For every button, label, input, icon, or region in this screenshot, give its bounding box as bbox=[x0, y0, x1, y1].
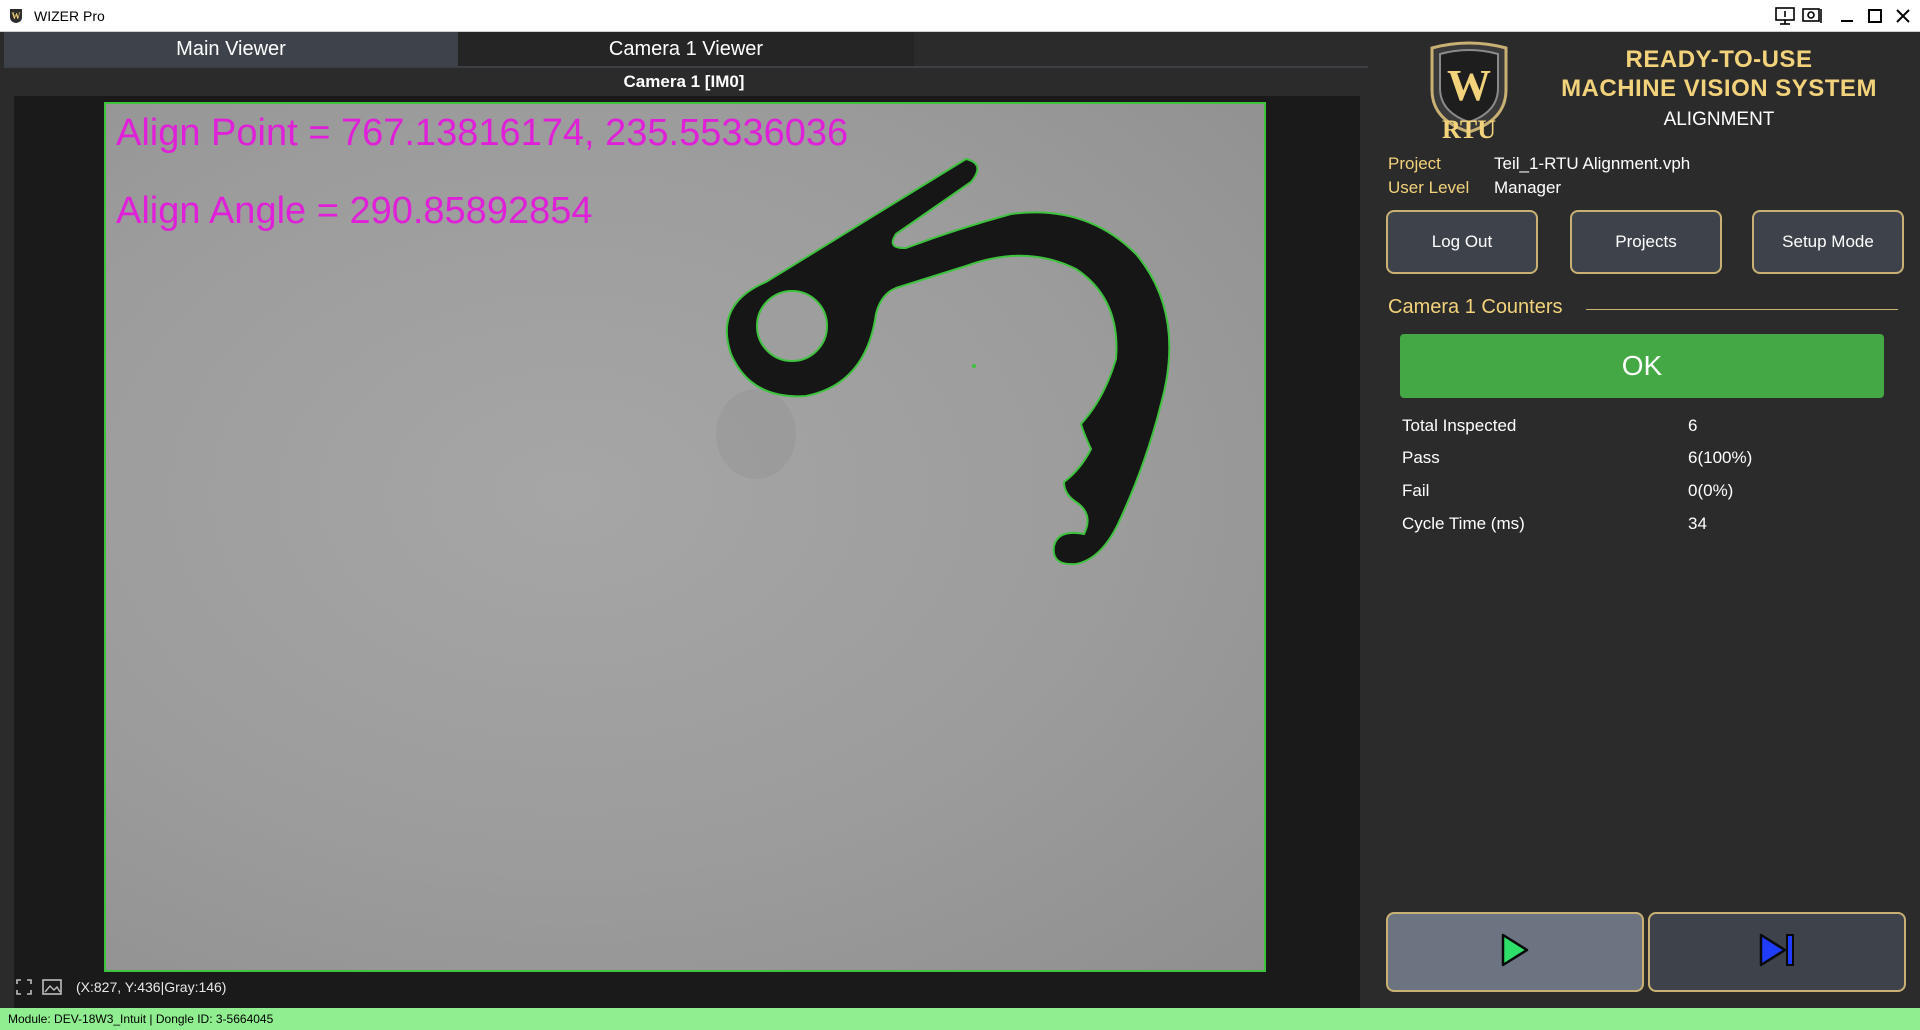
user-level-label: User Level bbox=[1388, 178, 1470, 197]
brand-line-2: MACHINE VISION SYSTEM bbox=[1561, 75, 1877, 102]
align-point-text: Align Point = 767.13816174, 235.55336036 bbox=[116, 112, 849, 154]
minimize-icon[interactable] bbox=[1834, 4, 1860, 28]
window-title: WIZER Pro bbox=[34, 8, 105, 24]
pixel-coordinates: (X:827, Y:436|Gray:146) bbox=[76, 979, 227, 995]
tab-main-viewer[interactable]: Main Viewer bbox=[4, 32, 458, 66]
stat-label-pass: Pass bbox=[1402, 448, 1440, 467]
module-info: Module: DEV-18W3_Intuit | Dongle ID: 3-5… bbox=[8, 1012, 274, 1026]
image-viewport[interactable]: Align Point = 767.13816174, 235.55336036… bbox=[14, 96, 1360, 1010]
stat-label-total-inspected: Total Inspected bbox=[1402, 416, 1517, 435]
stat-value-fail: 0(0%) bbox=[1688, 481, 1734, 500]
brand-line-1: READY-TO-USE bbox=[1625, 46, 1813, 73]
svg-text:W: W bbox=[12, 11, 21, 21]
coordinate-bar: (X:827, Y:436|Gray:146) bbox=[14, 976, 226, 998]
monitor-icon[interactable] bbox=[1772, 4, 1798, 28]
brand-subtitle: ALIGNMENT bbox=[1663, 109, 1775, 130]
run-continuous-button[interactable] bbox=[1386, 912, 1644, 992]
project-value: Teil_1-RTU Alignment.vph bbox=[1494, 154, 1691, 173]
single-step-button[interactable] bbox=[1648, 912, 1906, 992]
step-forward-icon bbox=[1757, 932, 1797, 973]
logo-text: RTU bbox=[1442, 115, 1496, 140]
align-angle-text: Align Angle = 290.85892854 bbox=[116, 190, 593, 232]
control-panel: W RTU READY-TO-USE MACHINE VISION SYSTEM… bbox=[1368, 32, 1920, 1008]
close-icon[interactable] bbox=[1890, 4, 1916, 28]
user-level-value: Manager bbox=[1494, 178, 1562, 197]
stat-value-total-inspected: 6 bbox=[1688, 416, 1698, 435]
projects-button[interactable]: Projects bbox=[1570, 210, 1722, 274]
project-label: Project bbox=[1388, 154, 1441, 173]
image-icon[interactable] bbox=[42, 977, 62, 997]
fit-view-icon[interactable] bbox=[14, 977, 34, 997]
maximize-icon[interactable] bbox=[1862, 4, 1888, 28]
stat-value-pass: 6(100%) bbox=[1688, 448, 1753, 467]
settings-icon[interactable] bbox=[1800, 4, 1826, 28]
viewer-tabs: Main Viewer Camera 1 Viewer bbox=[4, 32, 1368, 68]
stat-value-cycle-time: 34 bbox=[1688, 514, 1707, 533]
stat-label-cycle-time: Cycle Time (ms) bbox=[1402, 514, 1525, 533]
status-bar: Module: DEV-18W3_Intuit | Dongle ID: 3-5… bbox=[0, 1008, 1920, 1030]
log-out-button[interactable]: Log Out bbox=[1386, 210, 1538, 274]
camera-image[interactable]: Align Point = 767.13816174, 235.55336036… bbox=[104, 102, 1266, 972]
viewer-panel: Main Viewer Camera 1 Viewer Camera 1 [IM… bbox=[0, 32, 1368, 1010]
detected-part-overlay bbox=[716, 157, 1171, 566]
app-logo-icon: W bbox=[8, 8, 24, 24]
tab-camera-1-viewer[interactable]: Camera 1 Viewer bbox=[458, 32, 914, 66]
stat-label-fail: Fail bbox=[1402, 481, 1430, 500]
inspection-status-badge: OK bbox=[1400, 334, 1884, 398]
counters-title: Camera 1 Counters bbox=[1388, 296, 1563, 318]
play-icon bbox=[1499, 932, 1531, 973]
counters-divider bbox=[1586, 309, 1898, 310]
viewer-title: Camera 1 [IM0] bbox=[623, 72, 745, 91]
title-bar: W WIZER Pro bbox=[0, 0, 1920, 32]
logo-letter: W bbox=[1447, 61, 1491, 110]
rtu-logo: W RTU bbox=[1424, 40, 1514, 144]
setup-mode-button[interactable]: Setup Mode bbox=[1752, 210, 1904, 274]
